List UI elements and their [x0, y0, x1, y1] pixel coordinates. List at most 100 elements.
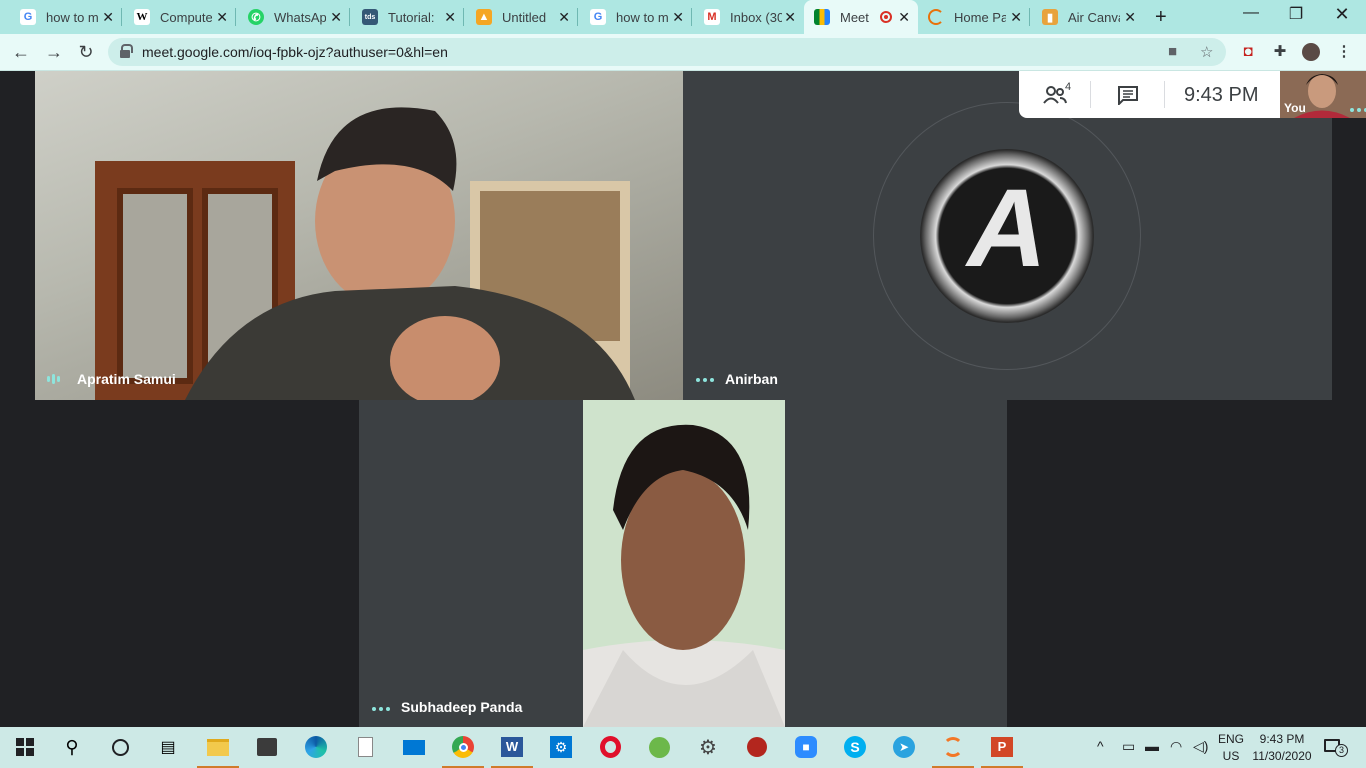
meet-present-icon[interactable]: ▭	[1122, 738, 1135, 755]
tab-title: Home Pa	[954, 9, 1006, 25]
word-icon[interactable]: W	[491, 735, 533, 768]
file-explorer-icon[interactable]	[197, 735, 239, 768]
participant-tile-subhadeep[interactable]: Subhadeep Panda	[359, 400, 1007, 727]
close-tab-icon[interactable]: ✕	[330, 9, 342, 25]
gmail-icon: M	[704, 9, 720, 25]
whatsapp-icon: ✆	[248, 9, 264, 25]
close-tab-icon[interactable]: ✕	[558, 9, 570, 25]
participants-count: 4	[1065, 81, 1072, 93]
participant-tile-anirban[interactable]: A Anirban	[683, 71, 1332, 400]
system-clock[interactable]: 9:43 PM 11/30/2020	[1246, 731, 1318, 765]
windows-taskbar: ⚲ ▤ W ⚙ ⚙ ■ S ➤ P ^ ▭ ▬ ◠ ◁) ENG US 9:43…	[0, 727, 1366, 768]
tab-gmail[interactable]: M Inbox (30 ✕	[694, 0, 804, 34]
lock-icon[interactable]	[120, 44, 133, 58]
minimize-icon[interactable]: —	[1231, 4, 1271, 22]
participant-name: Subhadeep Panda	[401, 699, 523, 715]
meet-icon	[814, 9, 830, 25]
chat-icon	[1118, 86, 1138, 107]
antivirus-icon[interactable]	[745, 735, 769, 759]
meeting-time: 9:43 PM	[1184, 84, 1259, 106]
gear-icon[interactable]: ⚙	[696, 735, 720, 759]
close-tab-icon[interactable]: ✕	[1124, 9, 1136, 25]
wifi-icon[interactable]: ◠	[1170, 738, 1182, 755]
tab-whatsapp[interactable]: ✆ WhatsAp ✕	[238, 0, 350, 34]
tab-home-page[interactable]: Home Pa ✕	[918, 0, 1030, 34]
cortana-icon[interactable]	[108, 735, 132, 759]
browser-toolbar: ← → ↻ meet.google.com/ioq-fpbk-ojz?authu…	[0, 34, 1366, 71]
google-icon: G	[590, 9, 606, 25]
tab-google-search-1[interactable]: G how to m ✕	[10, 0, 122, 34]
store-icon[interactable]	[255, 735, 279, 759]
participant-tile-apratim[interactable]: Apratim Samui	[35, 71, 683, 400]
tab-title: WhatsAp	[274, 9, 326, 25]
skype-icon[interactable]: S	[843, 735, 867, 759]
close-tab-icon[interactable]: ✕	[216, 9, 228, 25]
keyboard-layout: US	[1222, 749, 1240, 763]
clock-date: 11/30/2020	[1252, 749, 1312, 763]
tab-title: Air Canva	[1068, 9, 1120, 25]
close-tab-icon[interactable]: ✕	[898, 9, 910, 25]
show-hidden-icons[interactable]: ^	[1097, 738, 1104, 754]
close-tab-icon[interactable]: ✕	[1010, 9, 1022, 25]
tab-untitled[interactable]: ▲ Untitled ✕	[466, 0, 578, 34]
tab-google-search-2[interactable]: G how to m ✕	[580, 0, 692, 34]
extensions-icon[interactable]: ✚	[1271, 43, 1289, 61]
chrome-icon[interactable]	[442, 735, 484, 768]
url-text: meet.google.com/ioq-fpbk-ojz?authuser=0&…	[142, 44, 448, 60]
opera-icon[interactable]	[598, 735, 622, 759]
google-icon: G	[20, 9, 36, 25]
profile-avatar[interactable]	[1302, 43, 1320, 61]
pocket-extension-icon[interactable]: ◘	[1239, 43, 1257, 61]
battery-icon[interactable]: ▬	[1145, 738, 1159, 754]
participant-name: Anirban	[725, 371, 778, 387]
close-tab-icon[interactable]: ✕	[102, 9, 114, 25]
restore-icon[interactable]: ❐	[1276, 4, 1316, 24]
close-tab-icon[interactable]: ✕	[784, 9, 796, 25]
close-tab-icon[interactable]: ✕	[672, 9, 684, 25]
self-options-icon[interactable]	[1350, 108, 1366, 112]
address-bar[interactable]: meet.google.com/ioq-fpbk-ojz?authuser=0&…	[108, 38, 1226, 66]
video-feed	[95, 107, 635, 400]
tab-title: how to m	[46, 9, 98, 25]
meeting-info-bar: 4 9:43 PM	[1019, 71, 1280, 118]
chat-button[interactable]	[1117, 85, 1139, 107]
reload-icon[interactable]: ↻	[75, 42, 97, 62]
zoom-icon[interactable]: ■	[794, 735, 818, 759]
tab-meet[interactable]: Meet ✕	[804, 0, 918, 34]
tab-title: Compute	[160, 9, 212, 25]
settings-app-icon[interactable]: ⚙	[549, 735, 573, 759]
file-icon[interactable]	[353, 735, 377, 759]
camera-icon[interactable]: ■	[1168, 43, 1177, 60]
back-icon[interactable]: ←	[10, 42, 32, 62]
tab-wikipedia[interactable]: W Compute ✕	[124, 0, 236, 34]
edge-icon[interactable]	[304, 735, 328, 759]
participants-button[interactable]: 4	[1043, 81, 1073, 107]
tab-title: Untitled	[502, 9, 547, 25]
search-icon[interactable]: ⚲	[60, 735, 84, 759]
menu-icon[interactable]: ⋮	[1335, 43, 1353, 61]
new-tab-icon[interactable]: +	[1155, 6, 1167, 29]
close-tab-icon[interactable]: ✕	[444, 9, 456, 25]
task-view-icon[interactable]: ▤	[156, 735, 180, 759]
self-label: You	[1284, 101, 1306, 115]
green-app-icon[interactable]	[647, 735, 671, 759]
tab-air-canvas[interactable]: ▮ Air Canva ✕	[1032, 0, 1144, 34]
wikipedia-icon: W	[134, 9, 150, 25]
jupyter-icon[interactable]	[932, 735, 974, 768]
self-view-tile[interactable]: You	[1280, 71, 1366, 118]
notification-center[interactable]: 3	[1324, 739, 1348, 757]
language-indicator[interactable]: ENG US	[1218, 731, 1244, 765]
tab-tutorial[interactable]: tds Tutorial: ✕	[352, 0, 464, 34]
tab-strip: G how to m ✕ W Compute ✕ ✆ WhatsAp ✕ tds…	[0, 0, 1366, 34]
avatar-letter: A	[967, 167, 1047, 290]
close-window-icon[interactable]: ✕	[1322, 4, 1362, 25]
more-options-icon[interactable]	[372, 707, 390, 711]
telegram-icon[interactable]: ➤	[892, 735, 916, 759]
bookmark-star-icon[interactable]: ☆	[1200, 43, 1213, 61]
powerpoint-icon[interactable]: P	[981, 735, 1023, 768]
start-icon[interactable]	[13, 735, 37, 759]
forward-icon[interactable]: →	[43, 42, 65, 62]
volume-icon[interactable]: ◁)	[1193, 738, 1208, 755]
more-options-icon[interactable]	[696, 378, 714, 382]
mail-icon[interactable]	[402, 735, 426, 759]
